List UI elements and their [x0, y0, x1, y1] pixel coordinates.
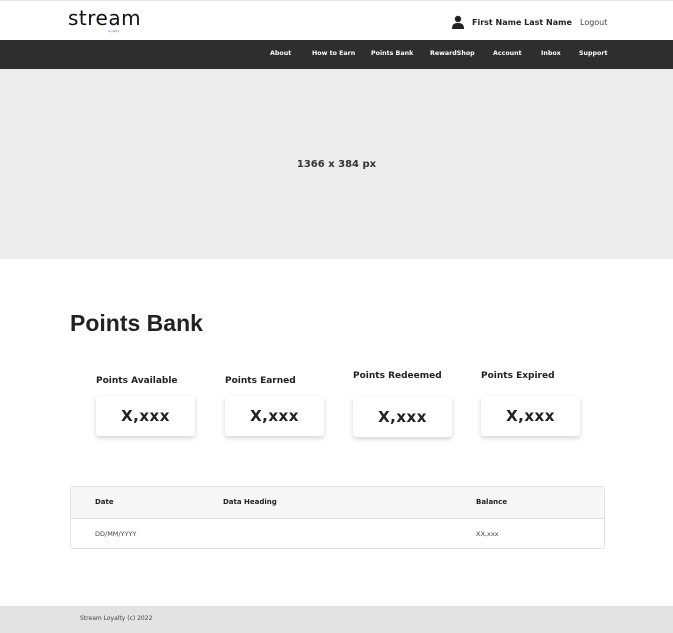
stat-label-earned: Points Earned [225, 376, 296, 386]
logo-text: stream [68, 6, 142, 30]
user-name[interactable]: First Name Last Name [472, 18, 572, 27]
cell-balance: XX,xxx [476, 530, 499, 538]
stat-card-earned: X,xxx [225, 396, 324, 436]
stat-label-available: Points Available [96, 376, 178, 386]
column-header-balance[interactable]: Balance [476, 498, 507, 506]
table-header-row: Date Data Heading Balance [71, 487, 604, 519]
nav-item-about[interactable]: About [270, 50, 291, 57]
stat-value-redeemed: X,xxx [378, 408, 427, 426]
hero-banner-placeholder: 1366 x 384 px [0, 69, 673, 259]
logout-link[interactable]: Logout [580, 18, 607, 27]
stat-value-available: X,xxx [121, 407, 170, 425]
nav-item-how-to-earn[interactable]: How to Earn [312, 50, 355, 57]
nav-item-points-bank[interactable]: Points Bank [371, 50, 413, 57]
stream-logo[interactable]: stream loyalty [68, 6, 142, 33]
nav-item-support[interactable]: Support [579, 50, 607, 57]
stat-value-expired: X,xxx [506, 407, 555, 425]
stat-value-earned: X,xxx [250, 407, 299, 425]
top-header: stream loyalty First Name Last Name Logo… [0, 0, 673, 40]
stat-card-available: X,xxx [96, 396, 195, 436]
cell-date: DD/MM/YYYY [95, 530, 137, 538]
column-header-date[interactable]: Date [95, 498, 114, 506]
page-title: Points Bank [70, 310, 203, 336]
stat-label-expired: Points Expired [481, 371, 555, 381]
stat-card-redeemed: X,xxx [353, 397, 452, 437]
footer: Stream Loyalty (c) 2022 [0, 606, 673, 633]
column-header-data-heading[interactable]: Data Heading [223, 498, 277, 506]
main-nav: About How to Earn Points Bank RewardShop… [0, 40, 673, 69]
hero-placeholder-text: 1366 x 384 px [296, 159, 377, 170]
logo-subtext: loyalty [108, 29, 120, 33]
nav-item-account[interactable]: Account [493, 50, 522, 57]
footer-copyright: Stream Loyalty (c) 2022 [80, 615, 153, 622]
user-icon [452, 15, 464, 29]
nav-item-inbox[interactable]: Inbox [541, 50, 561, 57]
stat-label-redeemed: Points Redeemed [353, 371, 442, 381]
points-table: Date Data Heading Balance DD/MM/YYYY XX,… [70, 486, 605, 549]
nav-item-rewardshop[interactable]: RewardShop [430, 50, 475, 57]
stat-card-expired: X,xxx [481, 396, 580, 436]
